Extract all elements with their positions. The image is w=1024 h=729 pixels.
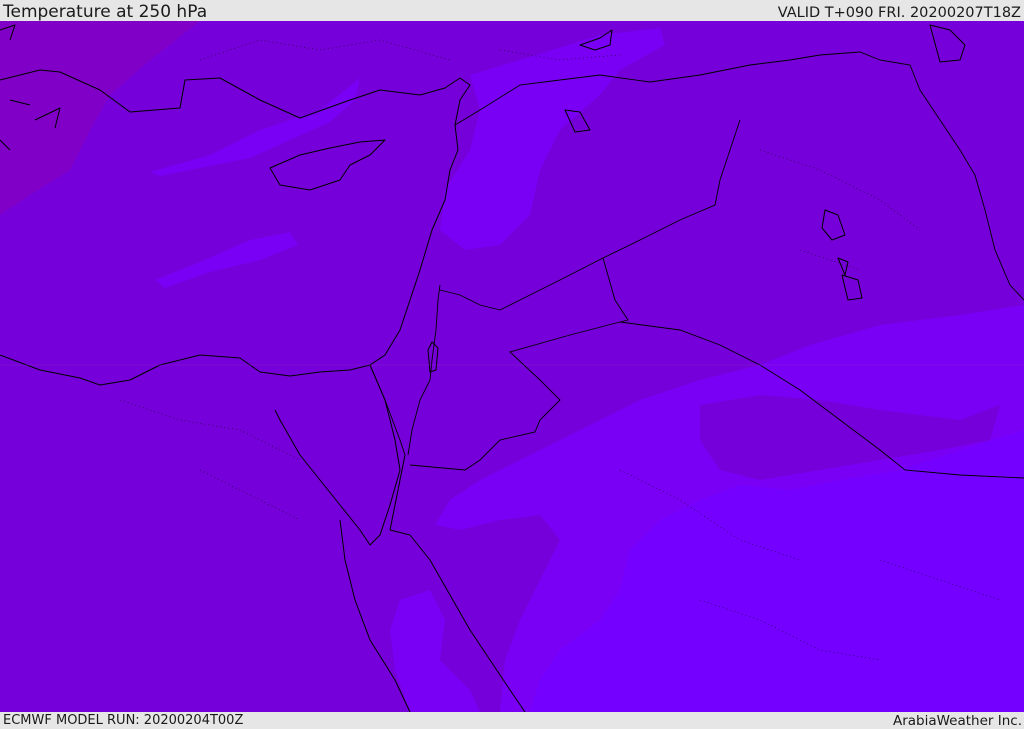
credit-label: ArabiaWeather Inc. (892, 713, 1022, 729)
temperature-map (0, 21, 1024, 712)
valid-time-label: VALID T+090 FRI. 20200207T18Z (777, 5, 1021, 21)
map-title: Temperature at 250 hPa (3, 2, 208, 22)
model-run-label: ECMWF MODEL RUN: 20200204T00Z (3, 713, 244, 728)
header-bar: Temperature at 250 hPa VALID T+090 FRI. … (0, 0, 1024, 21)
footer-bar: ECMWF MODEL RUN: 20200204T00Z ArabiaWeat… (0, 712, 1024, 729)
map-frame: Temperature at 250 hPa VALID T+090 FRI. … (0, 0, 1024, 729)
